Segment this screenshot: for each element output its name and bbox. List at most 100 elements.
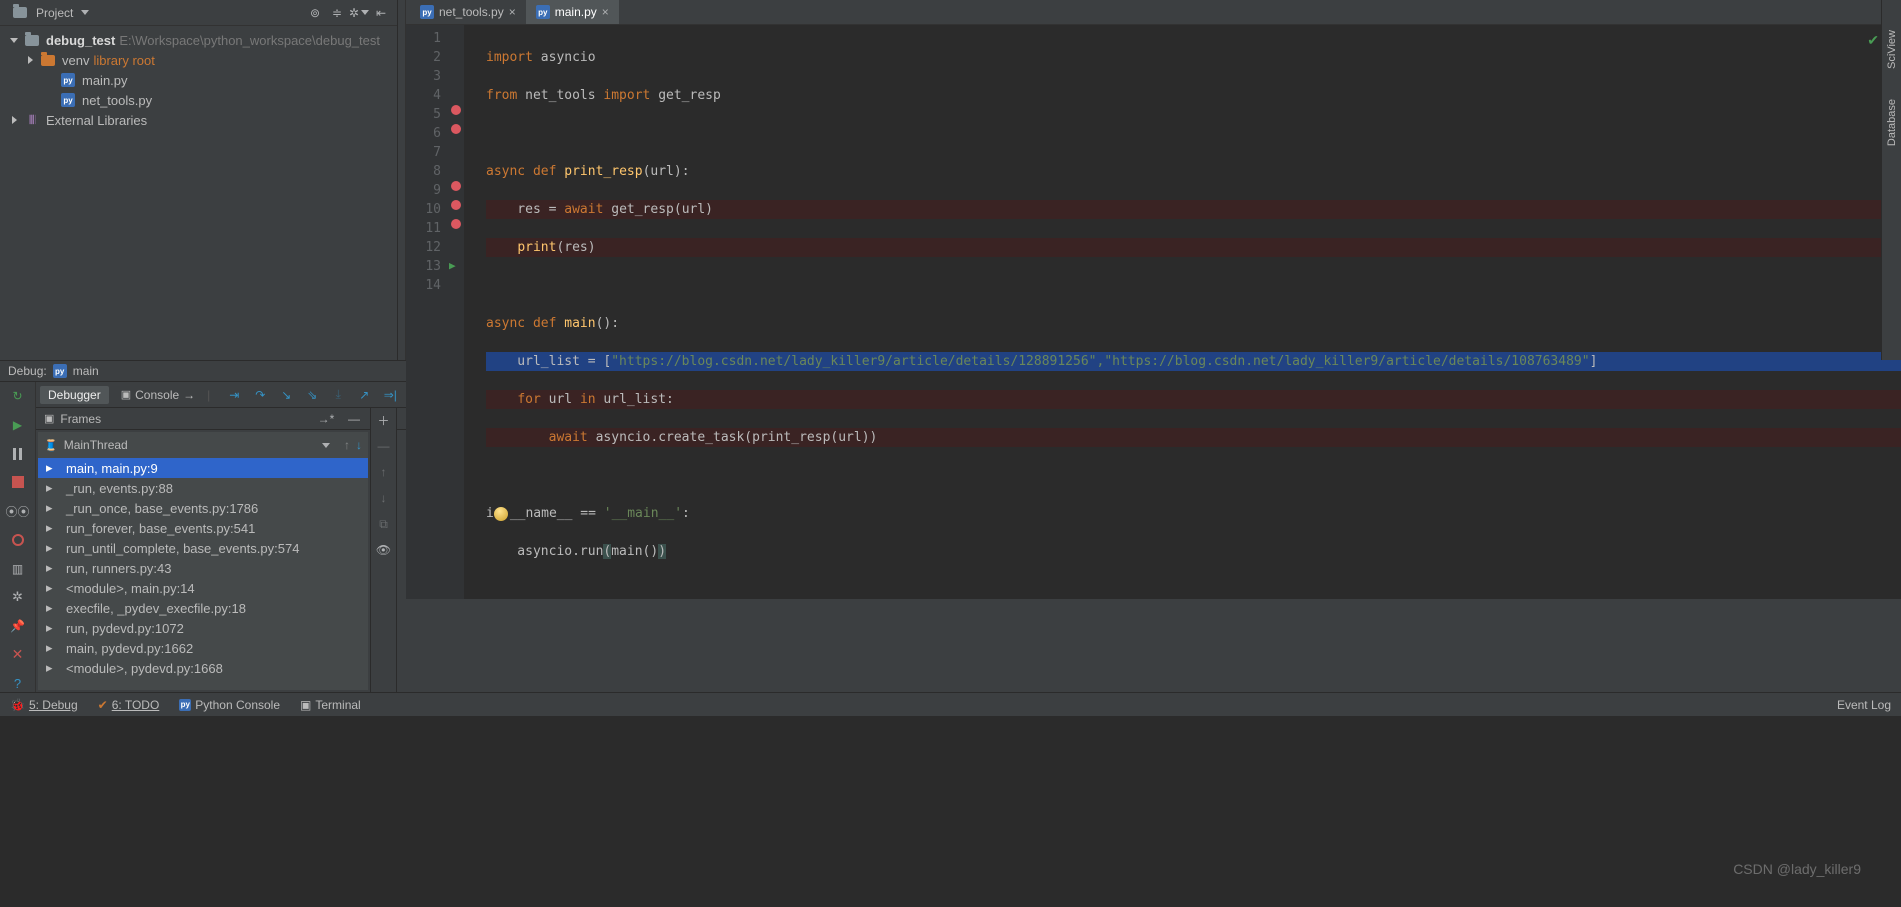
frames-title: Frames (60, 412, 101, 426)
hide-icon[interactable]: ⇤ (373, 5, 389, 21)
breakpoint-icon[interactable] (451, 105, 461, 115)
step-out-button[interactable]: ↗ (356, 387, 372, 403)
rerun-button[interactable]: ↻ (8, 388, 28, 405)
locate-icon[interactable]: ⊚ (307, 5, 323, 21)
thread-selector[interactable]: 🧵 MainThread ↑ ↓ (38, 432, 368, 458)
step-into-button[interactable]: ↘ (278, 387, 294, 403)
tab-console[interactable]: ▣Console→ (115, 386, 201, 404)
next-frame-icon[interactable]: ↓ (356, 438, 362, 452)
status-todo[interactable]: ✔6: TODO (98, 698, 160, 712)
external-libs-label: External Libraries (46, 113, 147, 128)
frame-row[interactable]: ▸main, main.py:9 (38, 458, 368, 478)
status-debug[interactable]: 🐞5: Debug (10, 698, 78, 712)
copy-icon[interactable]: ⧉ (376, 516, 392, 532)
tree-file[interactable]: main.py (0, 70, 397, 90)
file-name: main.py (82, 73, 128, 88)
close-icon[interactable]: × (602, 5, 609, 19)
run-gutter-icon[interactable]: ▶ (449, 256, 456, 275)
collapse-icon[interactable]: ≑ (329, 5, 345, 21)
venv-hint: library root (93, 53, 154, 68)
add-watch-icon[interactable]: ＋ (376, 412, 392, 428)
frame-row[interactable]: ▸<module>, pydevd.py:1668 (38, 658, 368, 678)
frame-icon: ▸ (46, 520, 60, 536)
view-breakpoints-button[interactable]: ⦿⦿ (8, 503, 28, 520)
editor: net_tools.py × main.py × 123456789101112… (398, 0, 1901, 360)
mute-breakpoints-button[interactable] (8, 532, 28, 549)
gear-icon[interactable]: ✲ (351, 5, 367, 21)
step-over-button[interactable]: ↷ (252, 387, 268, 403)
breakpoint-gutter[interactable]: ▶ (448, 25, 464, 599)
frame-row[interactable]: ▸_run_once, base_events.py:1786 (38, 498, 368, 518)
status-terminal[interactable]: ▣Terminal (300, 698, 361, 712)
tree-root[interactable]: debug_test E:\Workspace\python_workspace… (0, 30, 397, 50)
fold-gutter[interactable] (464, 25, 480, 599)
frame-row[interactable]: ▸<module>, main.py:14 (38, 578, 368, 598)
code-content[interactable]: import asyncio from net_tools import get… (480, 25, 1901, 599)
inspection-ok-icon[interactable]: ✔ (1867, 32, 1879, 49)
intention-bulb-icon[interactable] (494, 507, 508, 521)
frame-row[interactable]: ▸main, pydevd.py:1662 (38, 638, 368, 658)
frame-row[interactable]: ▸_run, events.py:88 (38, 478, 368, 498)
python-file-icon (53, 364, 67, 378)
python-file-icon (536, 5, 550, 19)
frame-row[interactable]: ▸run, runners.py:43 (38, 558, 368, 578)
watermark: CSDN @lady_killer9 (1733, 861, 1861, 877)
breakpoint-icon[interactable] (451, 200, 461, 210)
folder-icon (25, 35, 39, 46)
settings-button[interactable]: ✲ (8, 589, 28, 606)
prev-frame-icon[interactable]: ↑ (344, 438, 350, 452)
remove-watch-icon[interactable]: — (376, 438, 392, 454)
frame-text: run_forever, base_events.py:541 (66, 521, 255, 536)
tree-external[interactable]: 𝄃𝄃𝄃 External Libraries (0, 110, 397, 130)
step-into-my-button[interactable]: ⇘ (304, 387, 320, 403)
layout-button[interactable]: ▥ (8, 560, 28, 577)
expand-arrow-icon[interactable] (8, 38, 20, 43)
editor-tab[interactable]: main.py × (526, 0, 619, 24)
frame-text: <module>, main.py:14 (66, 581, 195, 596)
project-header: Project ⊚ ≑ ✲ ⇤ (0, 0, 397, 26)
frame-text: run, runners.py:43 (66, 561, 172, 576)
run-to-cursor-button[interactable]: ⇒| (382, 387, 398, 403)
status-pyconsole[interactable]: Python Console (179, 698, 280, 712)
code-area[interactable]: 1234567891011121314 ▶ import asyncio fro… (406, 25, 1901, 599)
frame-row[interactable]: ▸run_until_complete, base_events.py:574 (38, 538, 368, 558)
restore-layout-icon[interactable]: →* (318, 411, 334, 427)
chevron-down-icon (81, 10, 89, 15)
status-eventlog[interactable]: Event Log (1837, 698, 1891, 712)
hide-icon[interactable]: — (346, 411, 362, 427)
breakpoint-icon[interactable] (451, 219, 461, 229)
tree-file[interactable]: net_tools.py (0, 90, 397, 110)
folder-icon (13, 7, 27, 18)
chevron-down-icon (322, 443, 330, 448)
frame-text: run_until_complete, base_events.py:574 (66, 541, 299, 556)
pause-button[interactable] (8, 445, 28, 462)
project-title-text: Project (36, 6, 73, 20)
show-exec-point-button[interactable]: ⇥ (226, 387, 242, 403)
help-button[interactable]: ? (8, 675, 28, 692)
frame-row[interactable]: ▸execfile, _pydev_execfile.py:18 (38, 598, 368, 618)
show-watches-icon[interactable]: 👁 (376, 542, 392, 558)
close-button[interactable]: ✕ (8, 646, 28, 663)
force-step-button[interactable]: ⤓ (330, 387, 346, 403)
file-name: net_tools.py (82, 93, 152, 108)
expand-arrow-icon[interactable] (24, 56, 36, 64)
editor-tab[interactable]: net_tools.py × (410, 0, 526, 24)
mute-icon (12, 534, 24, 546)
breakpoint-icon[interactable] (451, 181, 461, 191)
tree-venv[interactable]: venv library root (0, 50, 397, 70)
down-icon[interactable]: ↓ (376, 490, 392, 506)
stop-button[interactable] (8, 474, 28, 491)
project-title[interactable]: Project (8, 5, 89, 21)
breakpoint-icon[interactable] (451, 124, 461, 134)
frame-row[interactable]: ▸run, pydevd.py:1072 (38, 618, 368, 638)
pin-button[interactable]: 📌 (8, 618, 28, 635)
frame-row[interactable]: ▸ run_forever, base_events.py:541 (38, 518, 368, 538)
expand-arrow-icon[interactable] (8, 116, 20, 124)
tool-tab-sciview[interactable]: SciView (1886, 30, 1898, 69)
resume-button[interactable]: ▶ (8, 417, 28, 434)
tab-debugger[interactable]: Debugger (40, 386, 109, 404)
tool-tab-database[interactable]: Database (1886, 99, 1898, 146)
close-icon[interactable]: × (509, 5, 516, 19)
up-icon[interactable]: ↑ (376, 464, 392, 480)
project-root-path: E:\Workspace\python_workspace\debug_test (119, 33, 380, 48)
